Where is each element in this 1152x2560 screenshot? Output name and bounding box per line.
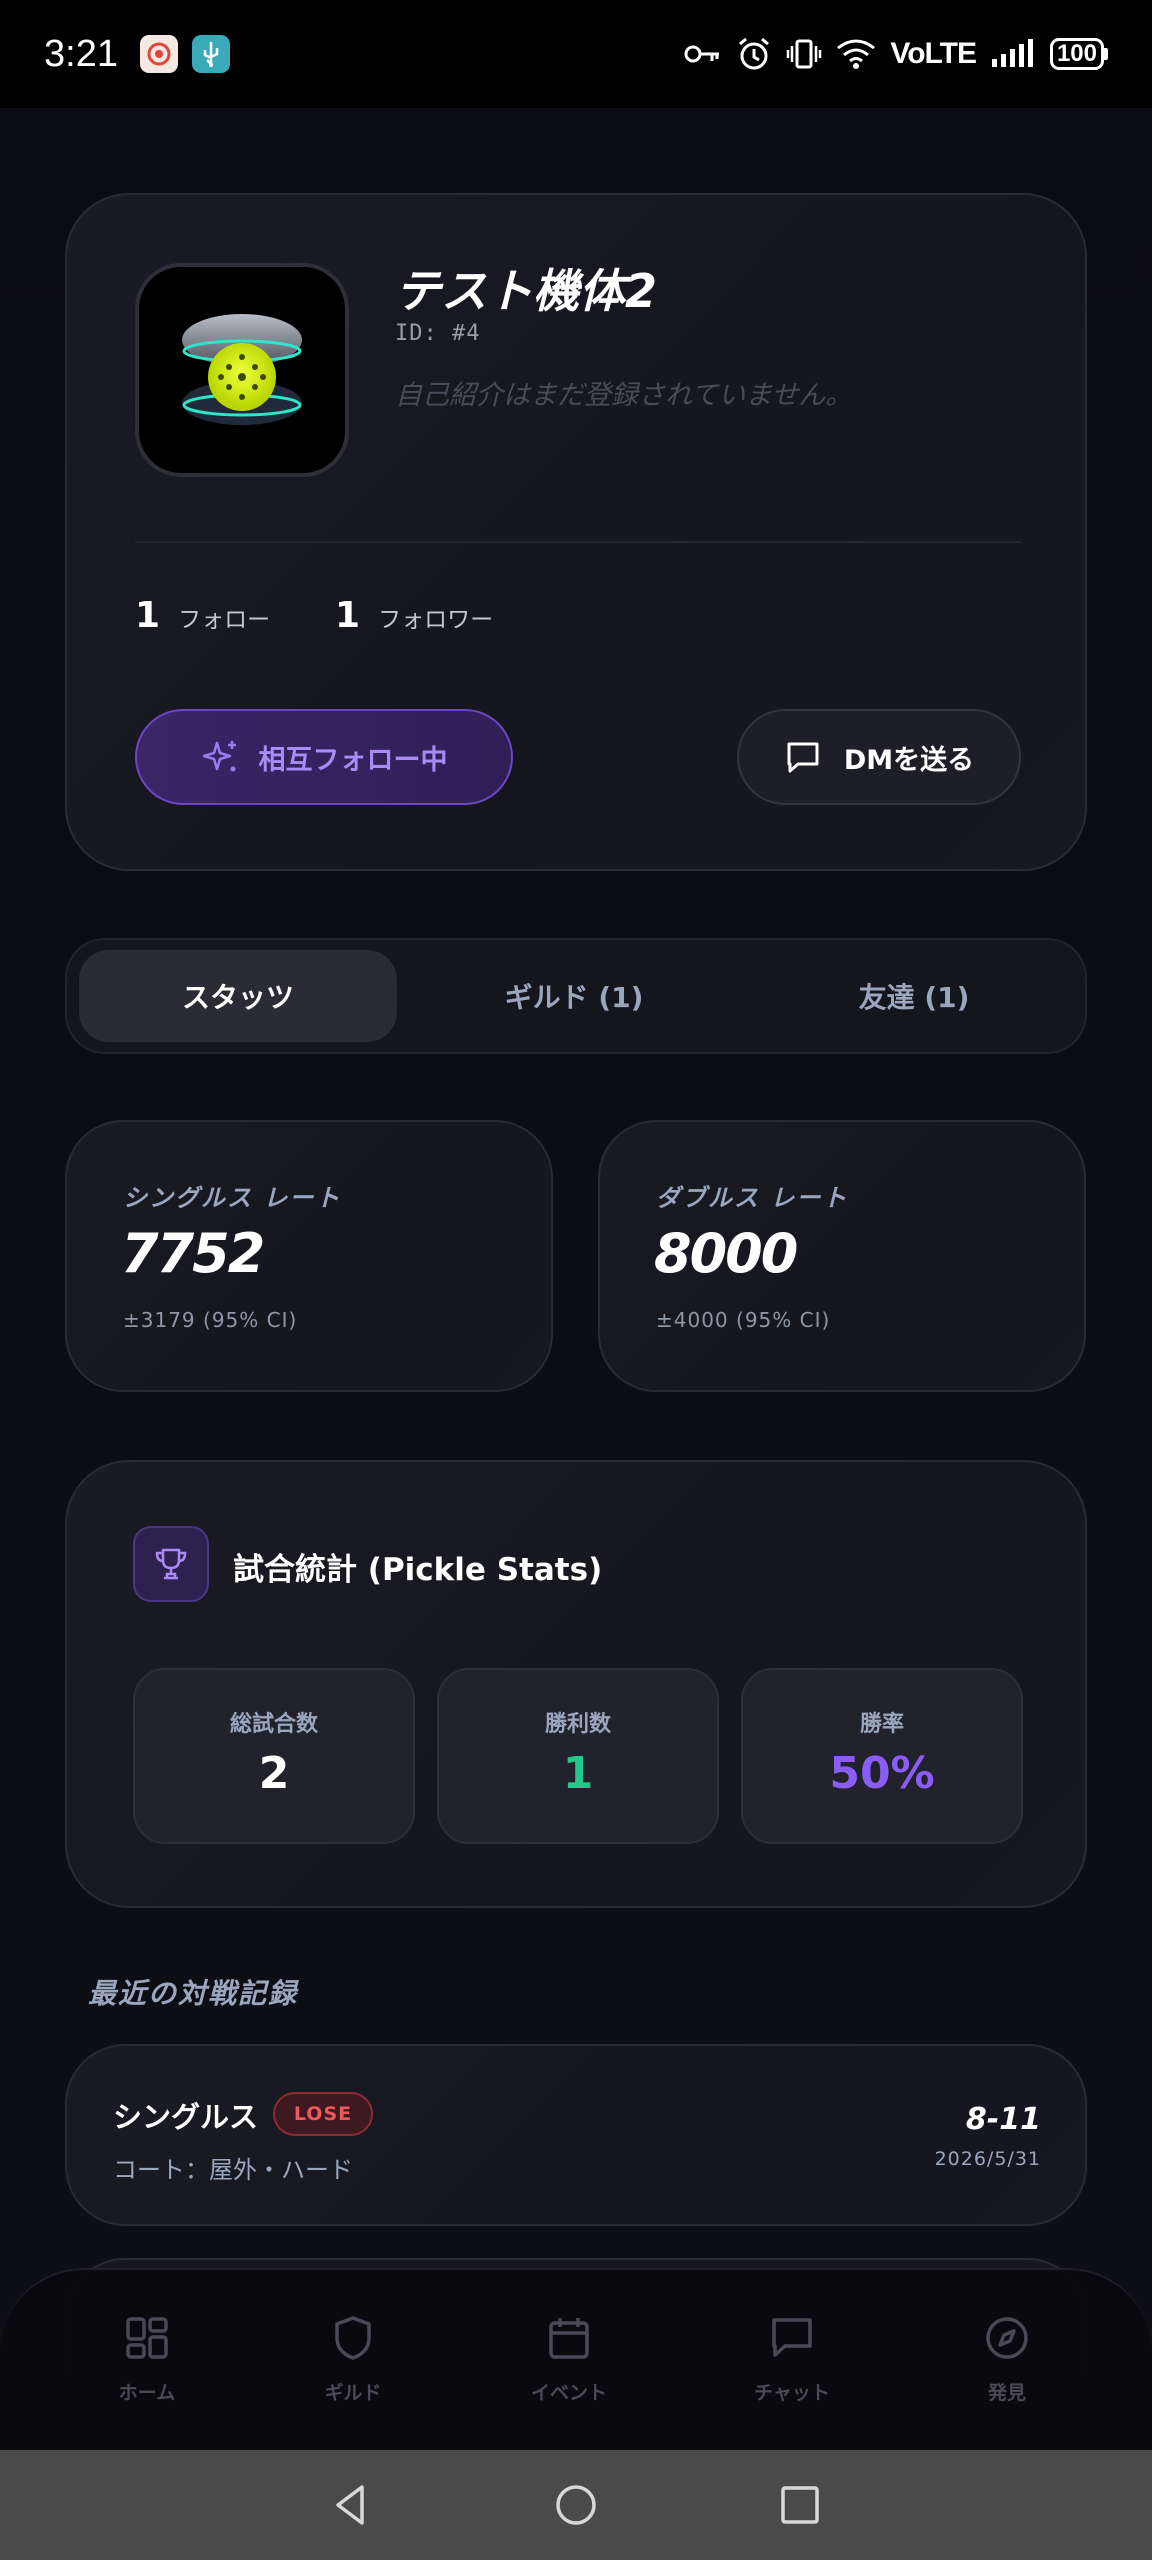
wins-box: 勝利数 1 [437,1668,719,1844]
followers-count: 1 [335,595,361,636]
status-time: 3:21 [44,32,118,75]
send-dm-label: DMを送る [843,744,975,776]
match-row[interactable]: シングルス LOSE コート：屋外・ハード 8-11 2026/5/31 [65,2044,1087,2226]
nav-guild-label: ギルド [324,2382,382,2404]
match-result-badge: LOSE [273,2092,373,2136]
profile-bio: 自己紹介はまだ登録されていません。 [395,380,853,411]
chat-icon [772,2318,812,2357]
nav-chat[interactable]: チャット [717,2314,867,2405]
win-rate-value: 50% [829,1748,935,1799]
profile-card: テスト機体2 ID: #4 自己紹介はまだ登録されていません。 1 フォロー 1… [65,193,1087,871]
bottom-nav: ホーム ギルド イベント チャット 発見 [0,2268,1152,2450]
alarm-icon [739,37,770,70]
nav-discover[interactable]: 発見 [932,2314,1082,2405]
battery-icon: 100 [1049,38,1104,70]
mutual-follow-label: 相互フォロー中 [258,744,448,776]
doubles-rating-label: ダブルス レート [656,1184,849,1212]
total-matches-label: 総試合数 [229,1712,318,1737]
nav-guild[interactable]: ギルド [278,2314,428,2405]
send-dm-button[interactable]: DMを送る [737,709,1021,805]
usb-icon [191,35,230,73]
compass-icon [986,2317,1028,2359]
match-stats-card: 試合統計 (Pickle Stats) 総試合数 2 勝利数 1 勝率 50% [65,1460,1087,1908]
singles-rating-label: シングルス レート [123,1184,342,1212]
match-court: コート：屋外・ハード [113,2156,353,2184]
tab-guild[interactable]: ギルド (1) [415,950,733,1042]
tab-friends[interactable]: 友達 (1) [755,950,1073,1042]
shield-icon [335,2316,371,2360]
wins-label: 勝利数 [544,1712,611,1737]
back-icon[interactable] [328,2481,376,2529]
tab-stats[interactable]: スタッツ [79,950,397,1042]
profile-name: テスト機体2 [395,264,658,318]
singles-rating-value: 7752 [121,1222,265,1285]
following-label: フォロー [178,607,271,633]
followers-label: フォロワー [378,607,494,633]
following-stat[interactable]: 1 フォロー [135,595,270,636]
doubles-rating-value: 8000 [654,1222,798,1285]
wifi-icon [837,39,876,69]
key-icon [684,45,720,63]
total-matches-box: 総試合数 2 [133,1668,415,1844]
vibrate-icon [787,39,822,69]
trophy-icon [133,1526,209,1602]
following-count: 1 [135,595,161,636]
pickleball-logo-icon [182,314,302,425]
total-matches-value: 2 [258,1748,290,1799]
win-rate-box: 勝率 50% [741,1668,1023,1844]
match-date: 2026/5/31 [934,2148,1041,2170]
signal-icon [991,39,1033,67]
doubles-rating-card: ダブルス レート 8000 ±4000 (95% CI) [598,1120,1086,1392]
mutual-follow-button[interactable]: 相互フォロー中 [135,709,513,805]
message-icon [787,742,819,773]
notification-app-icon [139,35,178,73]
doubles-rating-ci: ±4000 (95% CI) [656,1308,831,1332]
nav-home[interactable]: ホーム [72,2314,222,2405]
volte-label: VoLTE [890,37,977,70]
match-type: シングルス [113,2100,259,2134]
nav-discover-label: 発見 [987,2382,1026,2404]
divider [135,541,1021,543]
status-icons: VoLTE 100 [684,36,1108,72]
profile-tabs: スタッツ ギルド (1) 友達 (1) [65,938,1087,1054]
grid-icon [126,2317,168,2359]
nav-chat-label: チャット [754,2382,830,2404]
followers-stat[interactable]: 1 フォロワー [335,595,493,636]
stats-title: 試合統計 (Pickle Stats) [233,1552,603,1588]
system-nav-bar [0,2450,1152,2560]
status-bar: 3:21 VoLTE 100 [0,0,1152,108]
home-icon[interactable] [552,2481,600,2529]
nav-home-label: ホーム [118,2382,176,2404]
singles-rating-card: シングルス レート 7752 ±3179 (95% CI) [65,1120,553,1392]
nav-events[interactable]: イベント [494,2314,644,2405]
wins-value: 1 [562,1748,594,1799]
nav-events-label: イベント [530,2382,607,2404]
profile-screen: 3:21 VoLTE 100 テスト機体2 ID: #4 自己紹介はまだ登録され… [0,0,1152,2560]
match-score: 8-11 [965,2102,1041,2137]
recent-matches-heading: 最近の対戦記録 [88,1977,299,2010]
avatar[interactable] [135,263,349,477]
profile-id: ID: #4 [395,321,481,346]
win-rate-label: 勝率 [859,1712,904,1737]
calendar-icon [549,2318,589,2359]
sparkle-icon [202,741,236,772]
recents-icon[interactable] [776,2481,824,2529]
singles-rating-ci: ±3179 (95% CI) [123,1308,298,1332]
